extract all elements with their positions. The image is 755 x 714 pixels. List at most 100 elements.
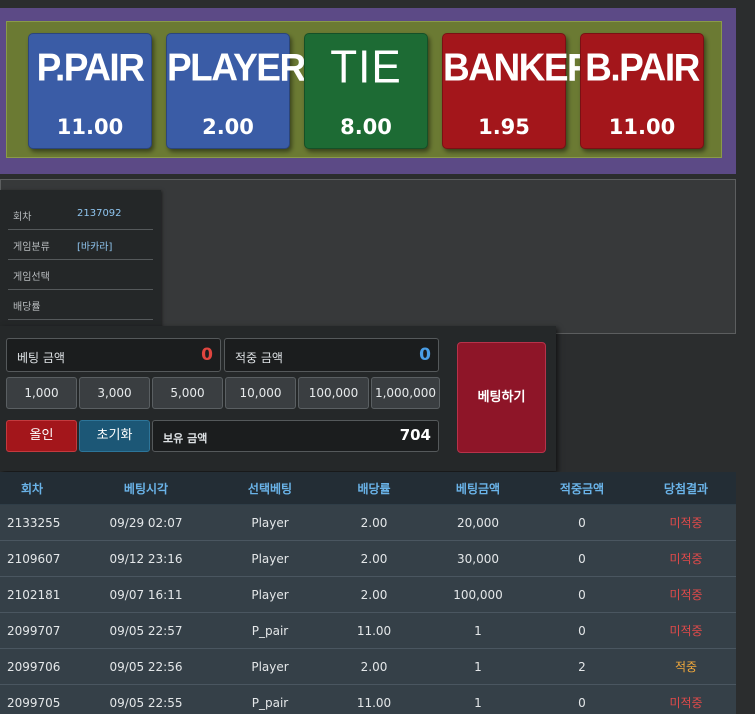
info-row-odds: 배당률 [8,289,153,320]
cell-bet-time: 09/07 16:11 [109,587,183,602]
cell-bet-amount: 1 [474,695,482,710]
reset-button[interactable]: 초기화 [79,420,150,452]
table-row: 2102181 09/07 16:11 Player 2.00 100,000 … [0,577,736,613]
cell-selection: Player [251,659,289,674]
info-row-selection: 게임선택 [8,259,153,290]
bet-amount-value: 0 [201,345,213,365]
table-row: 2109607 09/12 23:16 Player 2.00 30,000 0… [0,541,736,577]
cell-result: 미적중 [669,588,703,602]
cell-result: 미적중 [669,624,703,638]
cell-odds: 2.00 [360,551,388,566]
info-row-round: 회차 2137092 [8,199,153,230]
table-row: 2099707 09/05 22:57 P_pair 11.00 1 0 미적중 [0,613,736,649]
bet-option-name: BANKER [443,45,594,89]
cell-win-amount: 0 [578,587,586,602]
cell-selection: Player [251,587,289,602]
chip-button-5000[interactable]: 5,000 [152,377,223,409]
cell-bet-amount: 100,000 [453,587,503,602]
info-label: 배당률 [13,302,41,313]
bet-option-name: P.PAIR [36,45,145,89]
all-in-button[interactable]: 올인 [6,420,77,452]
info-label: 게임선택 [13,272,50,283]
cell-win-amount: 0 [578,695,586,710]
chip-button-10000[interactable]: 10,000 [225,377,296,409]
cell-selection: P_pair [251,695,289,710]
bet-option-p-pair[interactable]: P.PAIR 11.00 [28,33,152,149]
bet-option-banker[interactable]: BANKER 1.95 [442,33,594,149]
cell-selection: Player [251,551,289,566]
cell-odds: 2.00 [360,515,388,530]
bet-option-odds: 11.00 [608,115,676,139]
cell-win-amount: 0 [578,515,586,530]
cell-round: 2099705 [7,695,61,710]
cell-round: 2099706 [7,659,61,674]
cell-round: 2133255 [7,515,61,530]
cell-bet-time: 09/05 22:57 [109,623,183,638]
cell-round: 2109607 [7,551,61,566]
bet-history-table: 회차 베팅시각 선택베팅 배당률 베팅금액 적중금액 당첨결과 2133255 … [0,472,736,714]
cell-round: 2102181 [7,587,61,602]
chip-button-1000000[interactable]: 1,000,000 [371,377,440,409]
game-info-panel: 회차 2137092 게임분류 [바카라] 게임선택 배당률 [0,190,161,332]
info-value: [바카라] [77,242,113,253]
cell-odds: 2.00 [360,659,388,674]
cell-selection: P_pair [251,623,289,638]
column-header-round: 회차 [20,481,44,496]
bet-option-b-pair[interactable]: B.PAIR 11.00 [580,33,704,149]
cell-bet-amount: 1 [474,659,482,674]
cell-odds: 11.00 [356,695,392,710]
win-amount-label: 적중 금액 [235,351,283,365]
balance-value: 704 [399,426,431,444]
bet-option-odds: 11.00 [56,115,124,139]
bet-option-tie[interactable]: TIE 8.00 [304,33,428,149]
chip-button-3000[interactable]: 3,000 [79,377,150,409]
win-amount-value: 0 [419,345,431,365]
chip-button-1000[interactable]: 1,000 [6,377,77,409]
cell-win-amount: 2 [578,659,586,674]
cell-bet-amount: 30,000 [457,551,499,566]
table-row: 2099706 09/05 22:56 Player 2.00 1 2 적중 [0,649,736,685]
cell-result: 미적중 [669,696,703,710]
cell-round: 2099707 [7,623,61,638]
cell-result: 적중 [674,660,698,674]
balance-label: 보유 금액 [163,432,208,445]
column-header-result: 당첨결과 [663,481,709,496]
place-bet-button[interactable]: 베팅하기 [457,342,546,453]
cell-odds: 11.00 [356,623,392,638]
cell-bet-amount: 1 [474,623,482,638]
chip-button-100000[interactable]: 100,000 [298,377,369,409]
cell-bet-time: 09/29 02:07 [109,515,183,530]
table-row: 2099705 09/05 22:55 P_pair 11.00 1 0 미적중 [0,685,736,714]
cell-selection: Player [251,515,289,530]
betting-board-felt: P.PAIR 11.00 PLAYER 2.00 TIE 8.00 BANKER… [6,21,722,158]
bet-option-odds: 2.00 [202,115,254,139]
info-value: 2137092 [77,208,122,219]
bet-control-panel: 베팅 금액 0 적중 금액 0 1,000 3,000 5,000 10,000… [0,326,556,471]
column-header-bet-time: 베팅시각 [123,481,169,496]
bet-option-odds: 1.95 [478,115,530,139]
table-row: 2133255 09/29 02:07 Player 2.00 20,000 0… [0,505,736,541]
balance-field: 보유 금액 704 [152,420,439,452]
cell-odds: 2.00 [360,587,388,602]
cell-bet-time: 09/05 22:55 [109,695,183,710]
bet-amount-label: 베팅 금액 [17,351,65,365]
betting-board: P.PAIR 11.00 PLAYER 2.00 TIE 8.00 BANKER… [0,8,736,174]
column-header-bet-amount: 베팅금액 [455,481,501,496]
info-label: 게임분류 [13,242,50,253]
column-header-odds: 배당률 [357,481,391,496]
bet-option-name: B.PAIR [585,45,700,89]
cell-bet-time: 09/12 23:16 [109,551,183,566]
bet-amount-field: 베팅 금액 0 [6,338,221,372]
column-header-win-amount: 적중금액 [559,481,605,496]
bet-option-name: TIE [330,41,402,94]
column-header-selection: 선택베팅 [247,481,293,496]
info-label: 회차 [13,212,32,223]
cell-result: 미적중 [669,552,703,566]
cell-bet-time: 09/05 22:56 [109,659,183,674]
cell-win-amount: 0 [578,551,586,566]
cell-result: 미적중 [669,516,703,530]
cell-bet-amount: 20,000 [457,515,499,530]
bet-option-player[interactable]: PLAYER 2.00 [166,33,306,149]
win-amount-field: 적중 금액 0 [224,338,439,372]
table-header: 회차 베팅시각 선택베팅 배당률 베팅금액 적중금액 당첨결과 [0,472,736,505]
